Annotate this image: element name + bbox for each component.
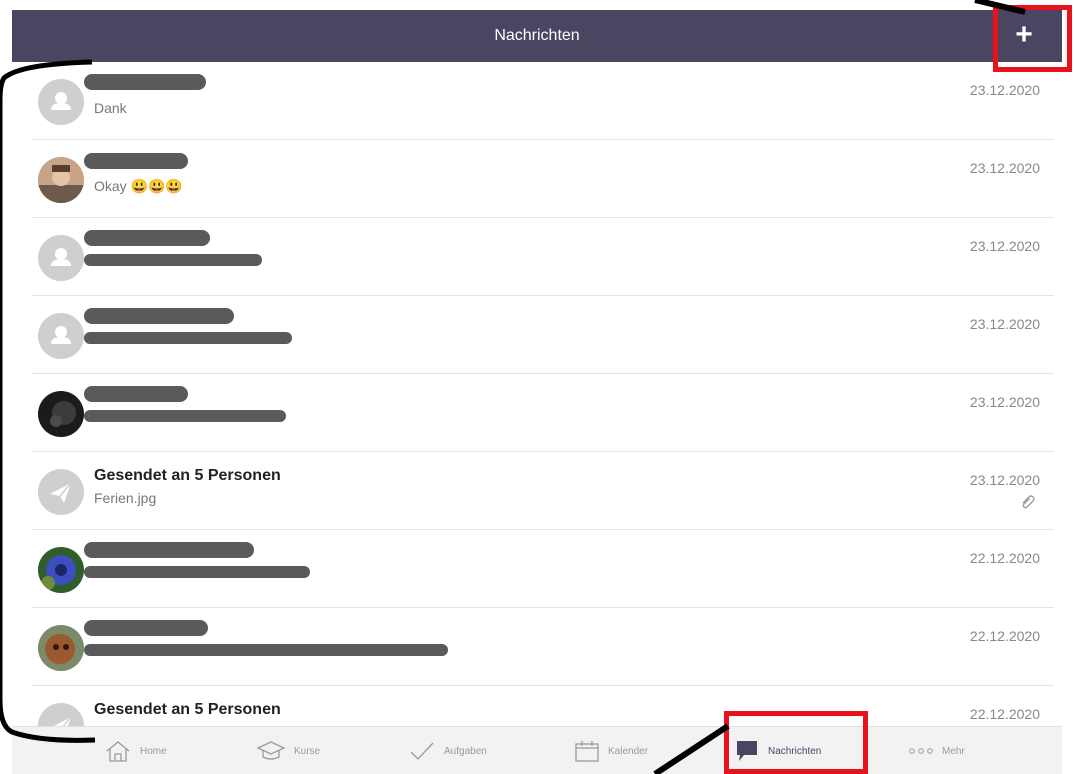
message-date: 22.12.2020 bbox=[969, 628, 1040, 644]
redacted-sender bbox=[84, 620, 208, 636]
redacted-preview bbox=[84, 644, 448, 656]
tab-kurse[interactable]: Kurse bbox=[256, 727, 320, 774]
chat-bubble-icon bbox=[737, 741, 757, 761]
tab-home[interactable]: Home bbox=[104, 727, 167, 774]
tab-label: Kalender bbox=[608, 745, 649, 757]
message-row[interactable]: 22.12.2020 bbox=[32, 530, 1054, 608]
tab-aufgaben[interactable]: Aufgaben bbox=[408, 727, 487, 774]
home-icon bbox=[106, 741, 130, 762]
person-placeholder-icon bbox=[38, 79, 84, 125]
message-row[interactable]: Dank 23.12.2020 bbox=[32, 62, 1054, 140]
redacted-sender bbox=[84, 308, 234, 324]
message-preview: Dank bbox=[94, 100, 127, 116]
message-date: 23.12.2020 bbox=[969, 82, 1040, 98]
graduation-cap-icon bbox=[256, 741, 286, 760]
message-date: 23.12.2020 bbox=[969, 316, 1040, 332]
message-row[interactable]: 23.12.2020 bbox=[32, 218, 1054, 296]
user-photo-avatar bbox=[38, 547, 84, 593]
person-placeholder-icon bbox=[38, 313, 84, 359]
new-message-button[interactable]: + bbox=[1000, 14, 1048, 58]
tab-label: Kurse bbox=[294, 745, 321, 757]
tab-label: Home bbox=[140, 745, 167, 757]
calendar-icon bbox=[575, 741, 599, 762]
message-date: 22.12.2020 bbox=[969, 706, 1040, 722]
message-preview: Okay 😃😃😃 bbox=[94, 178, 183, 194]
message-date: 23.12.2020 bbox=[969, 238, 1040, 254]
message-date: 22.12.2020 bbox=[969, 550, 1040, 566]
message-preview: Ferien.jpg bbox=[94, 490, 157, 506]
redacted-sender bbox=[84, 153, 188, 169]
redacted-preview bbox=[84, 410, 286, 422]
tab-label: Nachrichten bbox=[768, 745, 822, 757]
bottom-tab-bar: Home Kurse Aufgaben Kalender Nachrichten… bbox=[12, 726, 1062, 774]
redacted-sender bbox=[84, 74, 206, 90]
tab-mehr[interactable]: Mehr bbox=[908, 727, 965, 774]
message-sender: Gesendet an 5 Personen bbox=[94, 467, 281, 484]
redacted-preview bbox=[84, 332, 292, 344]
message-date: 23.12.2020 bbox=[969, 472, 1040, 488]
user-photo-avatar bbox=[38, 625, 84, 671]
tab-label: Aufgaben bbox=[444, 745, 487, 757]
tab-nachrichten[interactable]: Nachrichten bbox=[734, 727, 821, 774]
app-window: Nachrichten + Dank 23.12.2020 Okay 😃😃😃 2… bbox=[12, 10, 1062, 774]
top-bar: Nachrichten + bbox=[12, 10, 1062, 62]
paperclip-icon bbox=[1020, 494, 1036, 515]
message-row[interactable]: 23.12.2020 bbox=[32, 374, 1054, 452]
message-date: 23.12.2020 bbox=[969, 160, 1040, 176]
redacted-preview bbox=[84, 254, 262, 266]
message-sender: Gesendet an 5 Personen bbox=[94, 701, 281, 718]
message-row[interactable]: Gesendet an 5 Personen 22.12.2020 bbox=[32, 686, 1054, 726]
user-photo-avatar bbox=[38, 157, 84, 203]
page-title: Nachrichten bbox=[494, 27, 580, 44]
paper-plane-icon bbox=[38, 469, 84, 515]
tab-label: Mehr bbox=[942, 745, 965, 757]
redacted-sender bbox=[84, 386, 188, 402]
checkmark-icon bbox=[410, 742, 434, 760]
user-photo-avatar bbox=[38, 391, 84, 437]
more-dots-icon bbox=[909, 748, 933, 754]
message-date: 23.12.2020 bbox=[969, 394, 1040, 410]
redacted-preview bbox=[84, 566, 310, 578]
redacted-sender bbox=[84, 542, 254, 558]
paper-plane-icon bbox=[38, 703, 84, 726]
tab-kalender[interactable]: Kalender bbox=[574, 727, 648, 774]
person-placeholder-icon bbox=[38, 235, 84, 281]
message-list[interactable]: Dank 23.12.2020 Okay 😃😃😃 23.12.2020 23.1… bbox=[12, 62, 1062, 726]
message-row[interactable]: 22.12.2020 bbox=[32, 608, 1054, 686]
message-row[interactable]: Okay 😃😃😃 23.12.2020 bbox=[32, 140, 1054, 218]
redacted-sender bbox=[84, 230, 210, 246]
message-row[interactable]: Gesendet an 5 Personen Ferien.jpg 23.12.… bbox=[32, 452, 1054, 530]
message-row[interactable]: 23.12.2020 bbox=[32, 296, 1054, 374]
